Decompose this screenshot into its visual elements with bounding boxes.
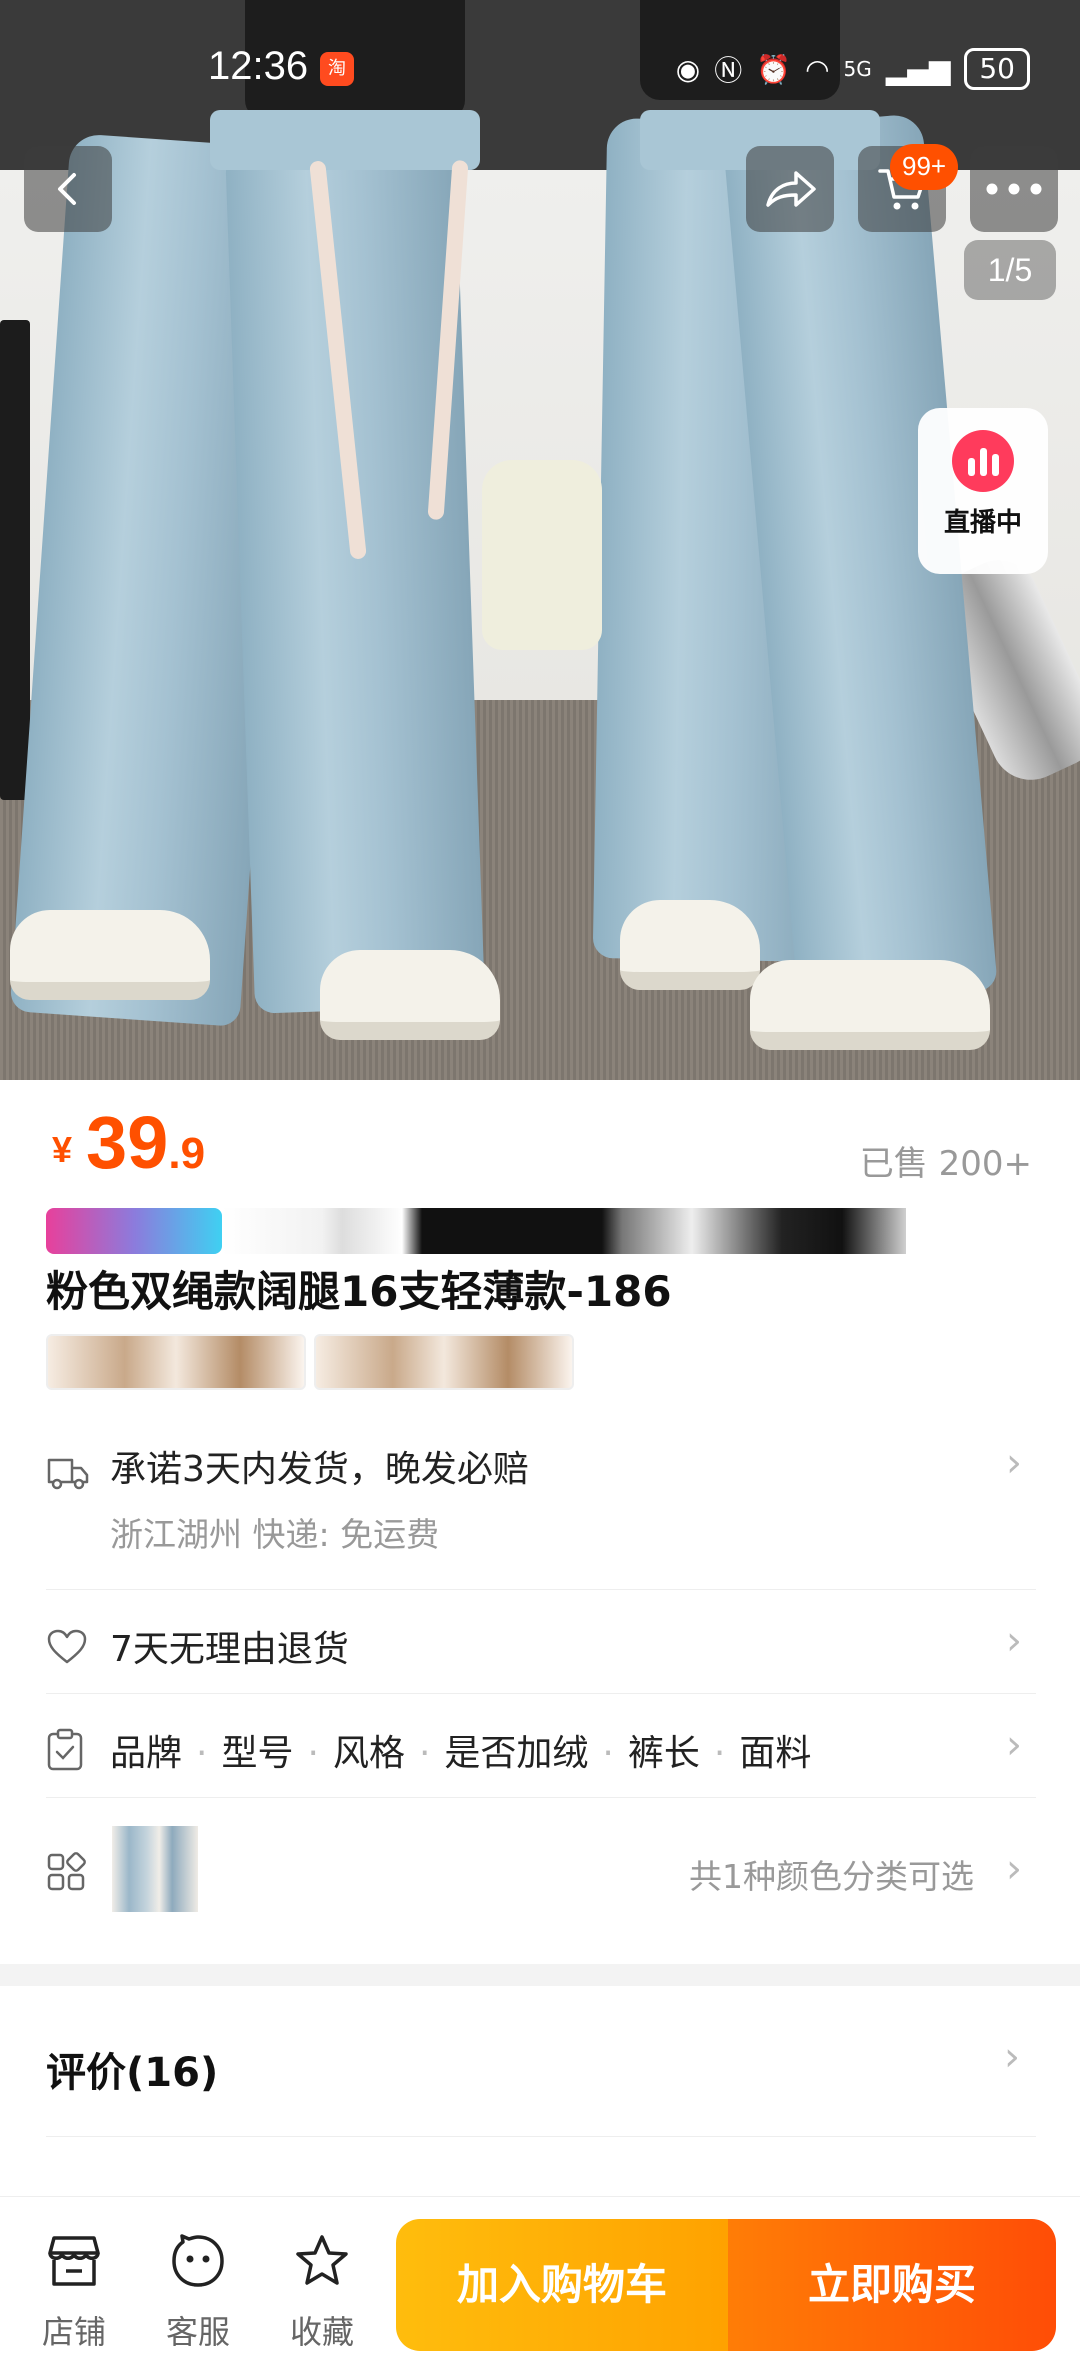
shop-button[interactable]: 店铺 xyxy=(24,2233,124,2353)
status-bar: 12:36 淘 ◉ Ⓝ ⏰ ◠ 5G ▂▄▆ 50 xyxy=(0,40,1080,100)
chevron-right-icon: › xyxy=(1006,1722,1022,1768)
redacted-tags xyxy=(46,1334,574,1390)
battery-icon: 50 xyxy=(964,48,1030,90)
live-stream-button[interactable]: 直播中 xyxy=(918,408,1048,574)
redacted-tag xyxy=(46,1334,306,1390)
network-label: 5G xyxy=(843,57,872,81)
image-sneaker xyxy=(750,960,990,1050)
back-button[interactable] xyxy=(24,146,112,232)
shop-icon xyxy=(48,2236,100,2286)
sku-thumbnail[interactable] xyxy=(112,1826,198,1912)
more-button[interactable] xyxy=(970,146,1058,232)
param-separator: · xyxy=(713,1733,726,1774)
share-button[interactable] xyxy=(746,146,834,232)
shipping-promise: 承诺3天内发货，晚发必赔 xyxy=(110,1449,529,1490)
back-icon xyxy=(58,173,76,205)
price: ¥39.9 xyxy=(52,1100,205,1185)
status-icons: ◉ Ⓝ ⏰ ◠ 5G ▂▄▆ 50 xyxy=(676,48,1030,90)
image-sneaker xyxy=(10,910,210,1000)
section-divider xyxy=(0,1964,1080,1986)
param-item: 型号 xyxy=(221,1733,294,1774)
service-label: 客服 xyxy=(165,2313,230,2351)
param-separator: · xyxy=(602,1733,614,1774)
share-icon xyxy=(766,171,816,207)
sold-count: 已售 200+ xyxy=(859,1144,1032,1184)
image-handbag xyxy=(482,460,602,650)
add-to-cart-button[interactable]: 加入购物车 xyxy=(396,2219,728,2351)
image-pager: 1/5 xyxy=(964,240,1056,300)
favorite-button[interactable]: 收藏 xyxy=(272,2233,372,2353)
image-table-leg xyxy=(0,320,30,800)
sku-row[interactable]: 共1种颜色分类可选 › xyxy=(46,1798,1036,1922)
param-separator: · xyxy=(418,1733,431,1774)
redacted-tag xyxy=(314,1334,574,1390)
alarm-icon: ⏰ xyxy=(756,52,792,86)
params-list: 品牌 · 型号 · 风格 · 是否加绒 · 裤长 · 面料 xyxy=(110,1724,811,1776)
favorite-label: 收藏 xyxy=(289,2313,354,2351)
wifi-icon: ◠ xyxy=(805,52,830,86)
buy-now-button[interactable]: 立即购买 xyxy=(728,2219,1056,2351)
heart-icon xyxy=(47,1629,87,1664)
sku-count: 共1种颜色分类可选 xyxy=(689,1857,974,1896)
returns-policy: 7天无理由退货 xyxy=(110,1629,349,1670)
param-item: 是否加绒 xyxy=(444,1733,589,1774)
shipping-row[interactable]: 承诺3天内发货，晚发必赔 浙江湖州 快递: 免运费 › xyxy=(46,1420,1036,1590)
signal-icon: ▂▄▆ xyxy=(885,52,951,86)
chevron-right-icon: › xyxy=(1006,1846,1022,1892)
more-icon xyxy=(986,183,1042,195)
bottom-action-bar: 店铺 客服 收藏 加入购物车 立即购买 xyxy=(0,2196,1080,2376)
grid-icon xyxy=(47,1852,86,1891)
image-waistband xyxy=(210,110,480,170)
live-icon xyxy=(952,430,1014,492)
chevron-right-icon: › xyxy=(1006,1440,1022,1486)
nfc-icon: Ⓝ xyxy=(714,54,743,87)
param-item: 面料 xyxy=(739,1733,812,1774)
chevron-right-icon[interactable]: › xyxy=(1004,2034,1020,2080)
promo-tag-strip xyxy=(46,1208,906,1254)
clipboard-icon xyxy=(47,1728,83,1771)
reviews-title[interactable]: 评价(16) xyxy=(46,2040,218,2098)
params-row[interactable]: 品牌 · 型号 · 风格 · 是否加绒 · 裤长 · 面料 › xyxy=(46,1694,1036,1798)
price-integer: 39 xyxy=(86,1101,169,1184)
param-separator: · xyxy=(196,1733,208,1774)
image-sneaker xyxy=(620,900,760,990)
param-item: 裤长 xyxy=(627,1733,700,1774)
taobao-app-icon: 淘 xyxy=(320,52,354,86)
cart-count-badge: 99+ xyxy=(890,144,959,190)
shipping-origin: 浙江湖州 快递: 免运费 xyxy=(110,1515,440,1554)
chevron-right-icon: › xyxy=(1006,1618,1022,1664)
price-decimal: .9 xyxy=(168,1129,206,1178)
truck-icon xyxy=(47,1458,89,1490)
price-symbol: ¥ xyxy=(52,1129,73,1170)
status-time: 12:36 xyxy=(208,44,309,88)
param-item: 品牌 xyxy=(110,1733,183,1774)
star-icon xyxy=(296,2235,348,2285)
image-sneaker xyxy=(320,950,500,1040)
param-item: 风格 xyxy=(332,1733,405,1774)
product-title: 粉色双绳款阔腿16支轻薄款-186 xyxy=(46,1267,672,1316)
shop-label: 店铺 xyxy=(41,2313,106,2351)
returns-row[interactable]: 7天无理由退货 › xyxy=(46,1590,1036,1694)
customer-service-button[interactable]: 客服 xyxy=(148,2233,248,2353)
redacted-promo-text xyxy=(222,1208,906,1254)
param-separator: · xyxy=(307,1733,319,1774)
live-label: 直播中 xyxy=(943,508,1022,538)
eye-icon: ◉ xyxy=(675,52,701,86)
service-icon xyxy=(172,2234,224,2287)
divider xyxy=(46,2136,1036,2137)
promo-badge xyxy=(46,1208,222,1254)
